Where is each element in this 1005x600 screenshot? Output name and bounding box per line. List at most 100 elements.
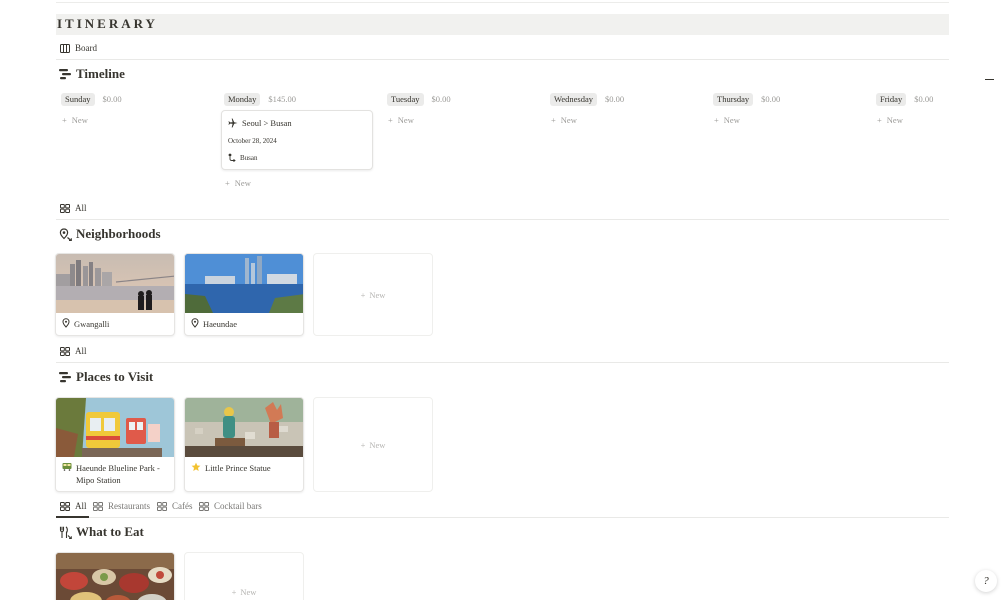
new-label: New bbox=[240, 587, 257, 597]
day-column-thursday: Thursday $0.00 + New bbox=[713, 92, 863, 126]
map-pin-icon bbox=[59, 227, 72, 241]
divider bbox=[56, 59, 949, 60]
view-tab-all[interactable]: All bbox=[60, 201, 87, 215]
active-tab-indicator bbox=[56, 516, 89, 518]
day-sum: $145.00 bbox=[268, 94, 296, 104]
route-icon bbox=[228, 153, 236, 162]
page-title: ITINERARY bbox=[57, 16, 158, 31]
section-title: Places to Visit bbox=[76, 369, 154, 384]
map-pin-icon bbox=[62, 318, 70, 328]
timeline-icon bbox=[59, 68, 72, 80]
day-sum: $0.00 bbox=[761, 94, 781, 104]
gallery-card[interactable]: Little Prince Statue bbox=[184, 397, 304, 492]
plus-icon: + bbox=[225, 178, 230, 188]
card-title: Gwangalli bbox=[74, 319, 110, 329]
event-card[interactable]: Seoul > Busan October 28, 2024 Busan bbox=[221, 110, 373, 170]
gallery-card[interactable]: Haeundae bbox=[184, 253, 304, 336]
plus-icon: + bbox=[551, 115, 556, 125]
view-tab-label: Cafés bbox=[172, 501, 193, 511]
event-title-row: Seoul > Busan bbox=[228, 118, 292, 128]
new-item-button[interactable]: + New bbox=[877, 114, 966, 126]
card-title: Haeundae bbox=[203, 319, 237, 329]
day-sum: $0.00 bbox=[914, 94, 934, 104]
plus-icon: + bbox=[360, 439, 366, 450]
help-button[interactable]: ? bbox=[975, 570, 997, 592]
new-card-button[interactable]: + New bbox=[313, 253, 433, 336]
new-label: New bbox=[71, 115, 88, 125]
places-heading: Places to Visit bbox=[59, 368, 153, 386]
event-title: Seoul > Busan bbox=[242, 118, 292, 128]
card-caption: Haeundae bbox=[185, 313, 303, 335]
day-sum: $0.00 bbox=[102, 94, 122, 104]
card-title: Haeunde Blueline Park - Mipo Station bbox=[76, 462, 160, 486]
gallery-view-icon bbox=[60, 501, 70, 511]
card-image bbox=[185, 254, 303, 313]
map-pin-icon bbox=[191, 318, 199, 328]
new-label: New bbox=[369, 289, 386, 300]
gallery-view-icon bbox=[60, 203, 70, 213]
view-tab-board[interactable]: Board bbox=[60, 41, 97, 55]
event-location: Busan bbox=[240, 153, 258, 162]
new-label: New bbox=[560, 115, 577, 125]
card-image bbox=[56, 398, 174, 457]
new-label: New bbox=[234, 178, 251, 188]
new-card-label: + New bbox=[361, 440, 386, 450]
scroll-marker bbox=[985, 79, 994, 80]
section-title: What to Eat bbox=[76, 524, 144, 539]
day-column-sunday: Sunday $0.00 + New bbox=[61, 92, 211, 126]
view-tab-label: Board bbox=[75, 43, 97, 53]
title-band bbox=[56, 14, 949, 35]
new-item-button[interactable]: + New bbox=[62, 114, 211, 126]
new-card-button[interactable]: + New bbox=[313, 397, 433, 492]
help-icon: ? bbox=[983, 575, 989, 587]
plus-icon: + bbox=[62, 115, 67, 125]
new-item-button[interactable]: + New bbox=[714, 114, 863, 126]
new-item-button[interactable]: + New bbox=[388, 114, 537, 126]
day-name: Friday bbox=[876, 92, 907, 106]
card-title: Little Prince Statue bbox=[205, 463, 271, 473]
day-name: Wednesday bbox=[550, 92, 597, 106]
gallery-view-icon bbox=[199, 501, 209, 511]
what-to-eat-heading: What to Eat bbox=[59, 523, 144, 541]
view-tab-label: All bbox=[75, 501, 87, 511]
day-sum: $0.00 bbox=[604, 94, 625, 104]
card-title-line: Mipo Station bbox=[76, 475, 121, 485]
neighborhoods-heading: Neighborhoods bbox=[59, 225, 161, 243]
day-column-tuesday: Tuesday $0.00 + New bbox=[387, 92, 537, 126]
gallery-card[interactable]: Gwangalli bbox=[55, 253, 175, 336]
view-tab-cafes[interactable]: Cafés bbox=[157, 499, 193, 513]
new-item-button[interactable]: + New bbox=[551, 114, 700, 126]
card-title-line: Haeunde Blueline Park - bbox=[76, 463, 160, 473]
view-tab-restaurants[interactable]: Restaurants bbox=[93, 499, 150, 513]
plus-icon: + bbox=[388, 115, 393, 125]
plus-icon: + bbox=[877, 115, 882, 125]
new-item-button[interactable]: + New bbox=[225, 177, 251, 189]
card-image bbox=[56, 553, 174, 600]
view-tab-all[interactable]: All bbox=[60, 499, 87, 513]
plus-icon: + bbox=[360, 289, 366, 300]
event-location-row: Busan bbox=[228, 153, 258, 162]
view-tab-label: All bbox=[75, 346, 87, 356]
day-column-monday: Monday $145.00 bbox=[224, 92, 374, 106]
board-view-icon bbox=[60, 43, 70, 53]
new-label: New bbox=[723, 115, 740, 125]
view-tab-cocktail-bars[interactable]: Cocktail bars bbox=[199, 499, 262, 513]
card-image bbox=[185, 398, 303, 457]
new-label: New bbox=[369, 439, 386, 450]
view-tab-all[interactable]: All bbox=[60, 344, 87, 358]
section-title: Timeline bbox=[76, 66, 125, 81]
gallery-card[interactable]: Haeunde Blueline Park - Mipo Station bbox=[55, 397, 175, 492]
view-tab-label: All bbox=[75, 203, 87, 213]
gallery-card[interactable] bbox=[55, 552, 175, 600]
event-date: October 28, 2024 bbox=[228, 137, 277, 145]
card-caption: Little Prince Statue bbox=[185, 457, 303, 479]
timeline-heading: Timeline bbox=[59, 65, 125, 83]
plus-icon: + bbox=[231, 587, 237, 597]
timeline-icon bbox=[59, 371, 72, 383]
new-card-button[interactable]: + New bbox=[184, 552, 304, 600]
top-divider bbox=[56, 2, 949, 3]
divider bbox=[89, 517, 949, 518]
star-emoji-icon bbox=[191, 462, 201, 472]
day-column-wednesday: Wednesday $0.00 + New bbox=[550, 92, 700, 126]
day-sum: $0.00 bbox=[431, 94, 451, 104]
